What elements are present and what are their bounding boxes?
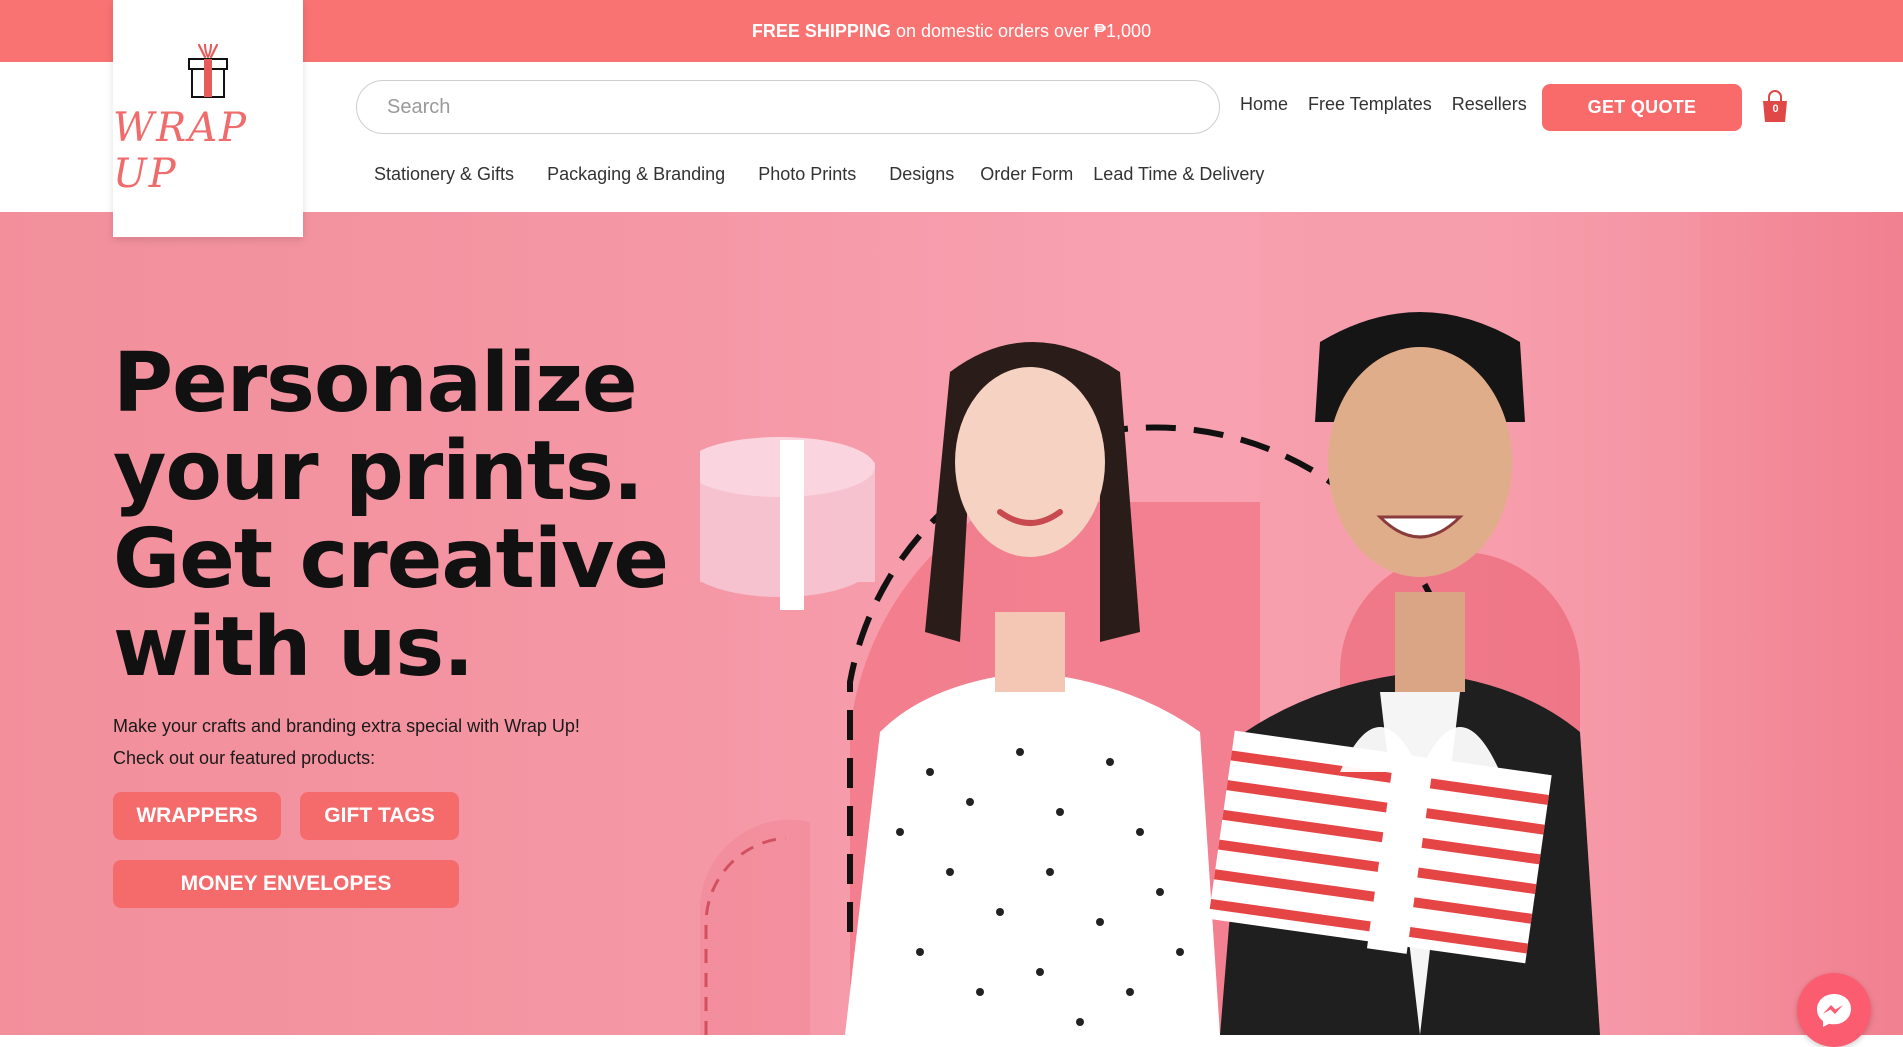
nav-free-templates[interactable]: Free Templates <box>1308 94 1432 115</box>
hero-section: Personalize your prints. Get creative wi… <box>0 212 1903 1035</box>
subtext-line: Check out our featured products: <box>113 748 376 768</box>
top-nav: Home Free Templates Resellers <box>1240 94 1527 115</box>
cart-count: 0 <box>1772 103 1779 115</box>
headline-line: Get creative <box>113 512 669 607</box>
messenger-chat-button[interactable] <box>1797 973 1871 1047</box>
nav-resellers[interactable]: Resellers <box>1452 94 1527 115</box>
nav-photo-prints[interactable]: Photo Prints <box>758 164 856 185</box>
hero-subtext: Make your crafts and branding extra spec… <box>113 710 580 774</box>
hero-headline: Personalize your prints. Get creative wi… <box>113 336 669 695</box>
nav-order-form[interactable]: Order Form <box>980 164 1073 185</box>
money-envelopes-button[interactable]: MONEY ENVELOPES <box>113 860 459 908</box>
nav-home[interactable]: Home <box>1240 94 1288 115</box>
promo-text: on domestic orders over ₱1,000 <box>895 20 1152 41</box>
nav-designs[interactable]: Designs <box>889 164 954 185</box>
nav-lead-time-delivery[interactable]: Lead Time & Delivery <box>1093 164 1264 185</box>
headline-line: Personalize <box>113 336 638 431</box>
subtext-line: Make your crafts and branding extra spec… <box>113 716 580 736</box>
headline-line: your prints. <box>113 424 644 519</box>
headline-line: with us. <box>113 600 474 695</box>
get-quote-button[interactable]: GET QUOTE <box>1542 84 1742 131</box>
nav-stationery-gifts[interactable]: Stationery & Gifts <box>374 164 514 185</box>
wrappers-button[interactable]: WRAPPERS <box>113 792 281 840</box>
promo-bold: FREE SHIPPING <box>751 20 891 41</box>
gift-icon <box>188 43 228 98</box>
search-input[interactable] <box>356 80 1220 134</box>
nav-packaging-branding[interactable]: Packaging & Branding <box>547 164 725 185</box>
main-nav: Stationery & Gifts Packaging & Branding … <box>374 164 1264 185</box>
gift-tags-button[interactable]: GIFT TAGS <box>300 792 459 840</box>
messenger-icon <box>1817 994 1851 1027</box>
hero-illustration <box>700 212 1700 1035</box>
logo-text: WRAP UP <box>113 104 249 197</box>
logo[interactable]: WRAP UP <box>113 0 303 237</box>
